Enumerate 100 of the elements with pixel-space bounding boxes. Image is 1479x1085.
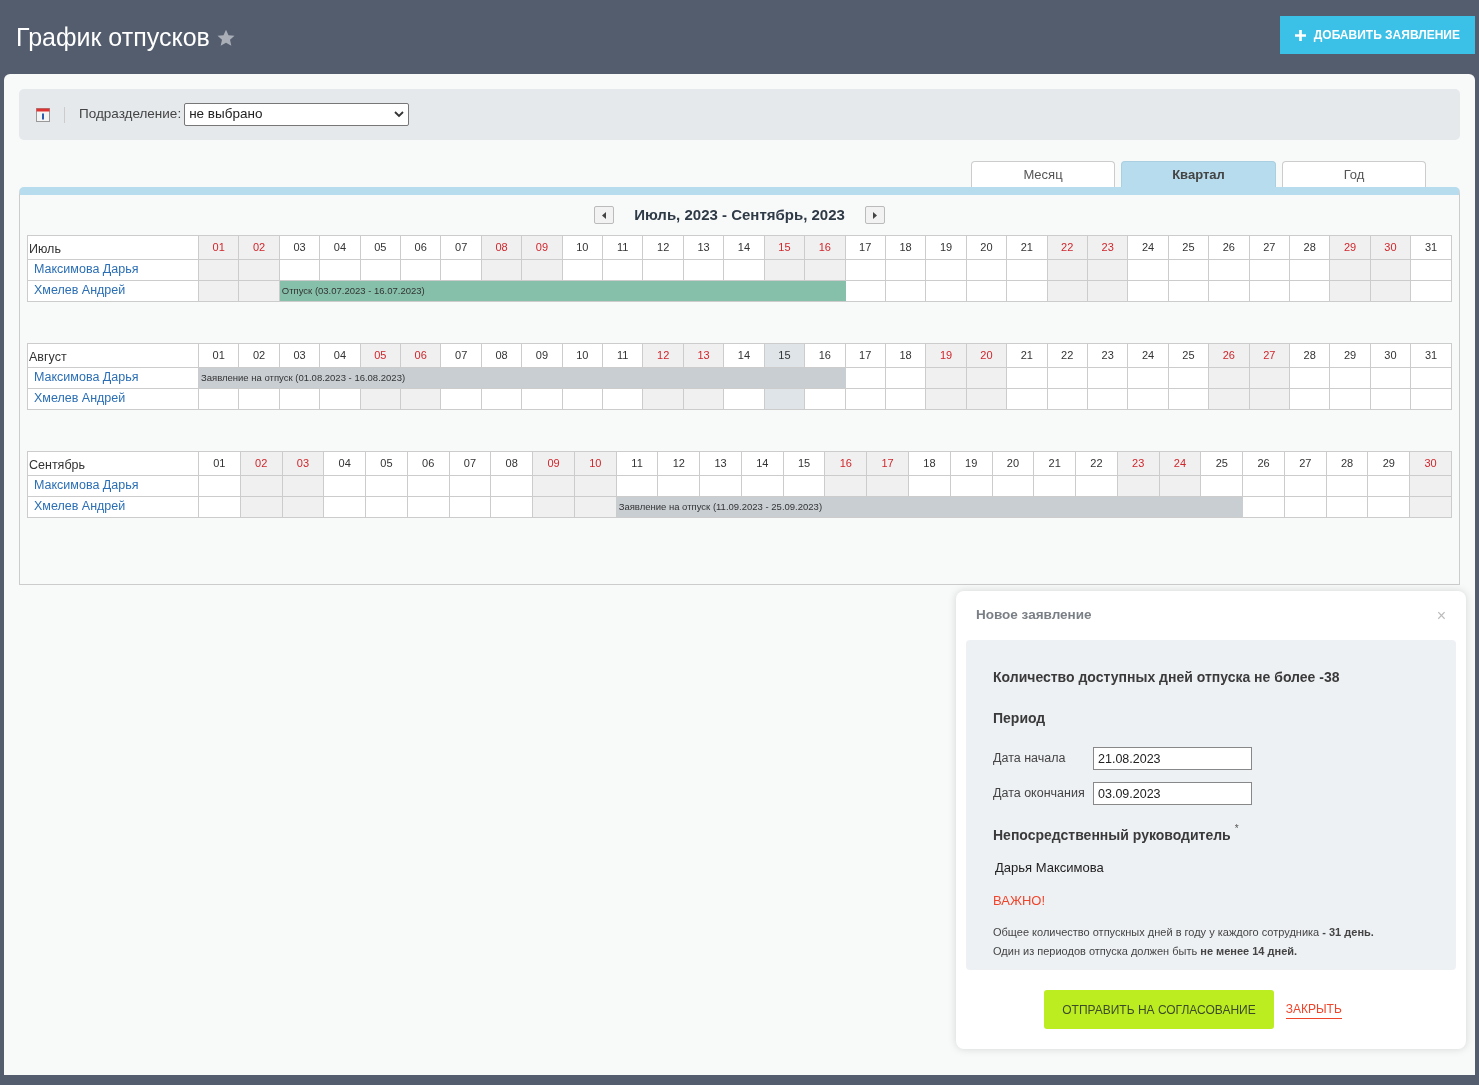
day-header: 18: [885, 235, 926, 259]
close-link[interactable]: ЗАКРЫТЬ: [1285, 1000, 1342, 1019]
day-header: 11: [602, 235, 643, 259]
day-header: 10: [562, 235, 603, 259]
vacation-label[interactable]: Заявление на отпуск (11.09.2023 - 25.09.2023): [618, 500, 823, 513]
day-header: 26: [1208, 235, 1250, 259]
day-header: 07: [449, 451, 491, 475]
day-header: 24: [1159, 451, 1201, 475]
day-header: 29: [1329, 343, 1371, 367]
star-icon[interactable]: [215, 28, 236, 48]
note-text: Один из периодов отпуска должен быть не менее 14 дней.: [993, 943, 1299, 959]
day-header: 03: [282, 451, 324, 475]
day-header: 26: [1242, 451, 1285, 475]
day-header: 20: [966, 343, 1007, 367]
day-header: 01: [198, 451, 241, 475]
next-button[interactable]: [864, 206, 885, 225]
day-header: 27: [1284, 451, 1327, 475]
note-text: Общее количество отпускных дней в году у каждого сотрудника - 31 день.: [993, 925, 1375, 940]
vacation-label[interactable]: Отпуск (03.07.2023 - 16.07.2023): [281, 284, 425, 297]
day-header: 03: [279, 235, 320, 259]
day-header: 10: [574, 451, 617, 475]
view-tab[interactable]: Месяц: [971, 161, 1115, 187]
day-header: 16: [804, 235, 845, 259]
day-header: 06: [407, 451, 450, 475]
day-header: 25: [1168, 235, 1209, 259]
day-header: 24: [1127, 235, 1169, 259]
day-header: 17: [845, 235, 886, 259]
vacation-label[interactable]: Заявление на отпуск (01.08.2023 - 16.08.2023): [201, 371, 406, 384]
calendar-icon[interactable]: [36, 107, 50, 122]
day-header: 02: [240, 451, 283, 475]
day-header: 20: [966, 235, 1007, 259]
day-header: 05: [360, 343, 401, 367]
day-header: 07: [440, 235, 482, 259]
day-header: 08: [481, 343, 522, 367]
day-header: 12: [642, 235, 684, 259]
day-header: 10: [562, 343, 603, 367]
date-field[interactable]: 21.08.2023: [1093, 747, 1252, 770]
day-header: 21: [1033, 451, 1076, 475]
month-name: Июль: [27, 235, 199, 259]
view-tab[interactable]: Квартал: [1121, 161, 1276, 187]
month-name: Сентябрь: [27, 451, 199, 475]
previous-button[interactable]: [594, 206, 615, 225]
day-header: 26: [1208, 343, 1250, 367]
day-header: 29: [1329, 235, 1371, 259]
filter-label: Подразделение:: [79, 105, 182, 124]
day-header: 23: [1087, 343, 1128, 367]
day-header: 27: [1249, 343, 1290, 367]
day-header: 21: [1006, 343, 1048, 367]
day-header: 05: [360, 235, 401, 259]
day-header: 30: [1370, 235, 1411, 259]
day-header: 13: [683, 343, 724, 367]
day-header: 18: [908, 451, 951, 475]
day-header: 23: [1087, 235, 1128, 259]
day-header: 11: [616, 451, 658, 475]
department-select[interactable]: не выбрано: [184, 103, 410, 126]
month-name: Август: [27, 343, 199, 367]
day-header: 19: [925, 235, 967, 259]
day-header: 13: [699, 451, 742, 475]
submit-button[interactable]: ОТПРАВИТЬ НА СОГЛАСОВАНИЕ: [1044, 990, 1274, 1029]
day-header: 31: [1410, 235, 1452, 259]
day-header: 07: [440, 343, 482, 367]
day-header: 01: [198, 343, 239, 367]
day-header: 16: [804, 343, 845, 367]
date-field[interactable]: 03.09.2023: [1093, 782, 1252, 805]
day-header: 06: [400, 343, 441, 367]
available-days-text: Количество доступных дней отпуска не более -38: [993, 668, 1341, 687]
day-header: 09: [532, 451, 575, 475]
required-mark: *: [1234, 822, 1239, 836]
day-header: 19: [925, 343, 967, 367]
day-header: 28: [1289, 343, 1330, 367]
day-header: 25: [1168, 343, 1209, 367]
plus-icon: [1294, 29, 1306, 41]
day-header: 09: [521, 235, 563, 259]
chevron-down-icon: [394, 111, 405, 118]
day-header: 11: [602, 343, 643, 367]
period-title: Июль, 2023 - Сентябрь, 2023: [634, 205, 845, 225]
caret-right-icon: [872, 211, 878, 219]
day-header: 15: [764, 343, 805, 367]
day-header: 22: [1047, 343, 1088, 367]
day-header: 15: [783, 451, 825, 475]
day-header: 16: [825, 451, 867, 475]
manager-name: Дарья Максимова: [995, 859, 1105, 877]
day-header: 14: [723, 235, 765, 259]
day-header: 04: [319, 235, 361, 259]
day-header: 27: [1249, 235, 1290, 259]
field-label: Дата окончания: [993, 785, 1086, 803]
day-header: 31: [1410, 343, 1452, 367]
day-header: 24: [1127, 343, 1169, 367]
day-header: 25: [1200, 451, 1243, 475]
day-header: 20: [992, 451, 1034, 475]
day-header: 03: [279, 343, 320, 367]
day-header: 21: [1006, 235, 1048, 259]
manager-heading: Непосредственный руководитель: [993, 826, 1231, 845]
day-header: 12: [642, 343, 684, 367]
day-header: 04: [323, 451, 366, 475]
day-header: 23: [1117, 451, 1160, 475]
day-header: 28: [1289, 235, 1330, 259]
view-tab[interactable]: Год: [1282, 161, 1426, 187]
day-header: 28: [1326, 451, 1368, 475]
day-header: 12: [657, 451, 700, 475]
